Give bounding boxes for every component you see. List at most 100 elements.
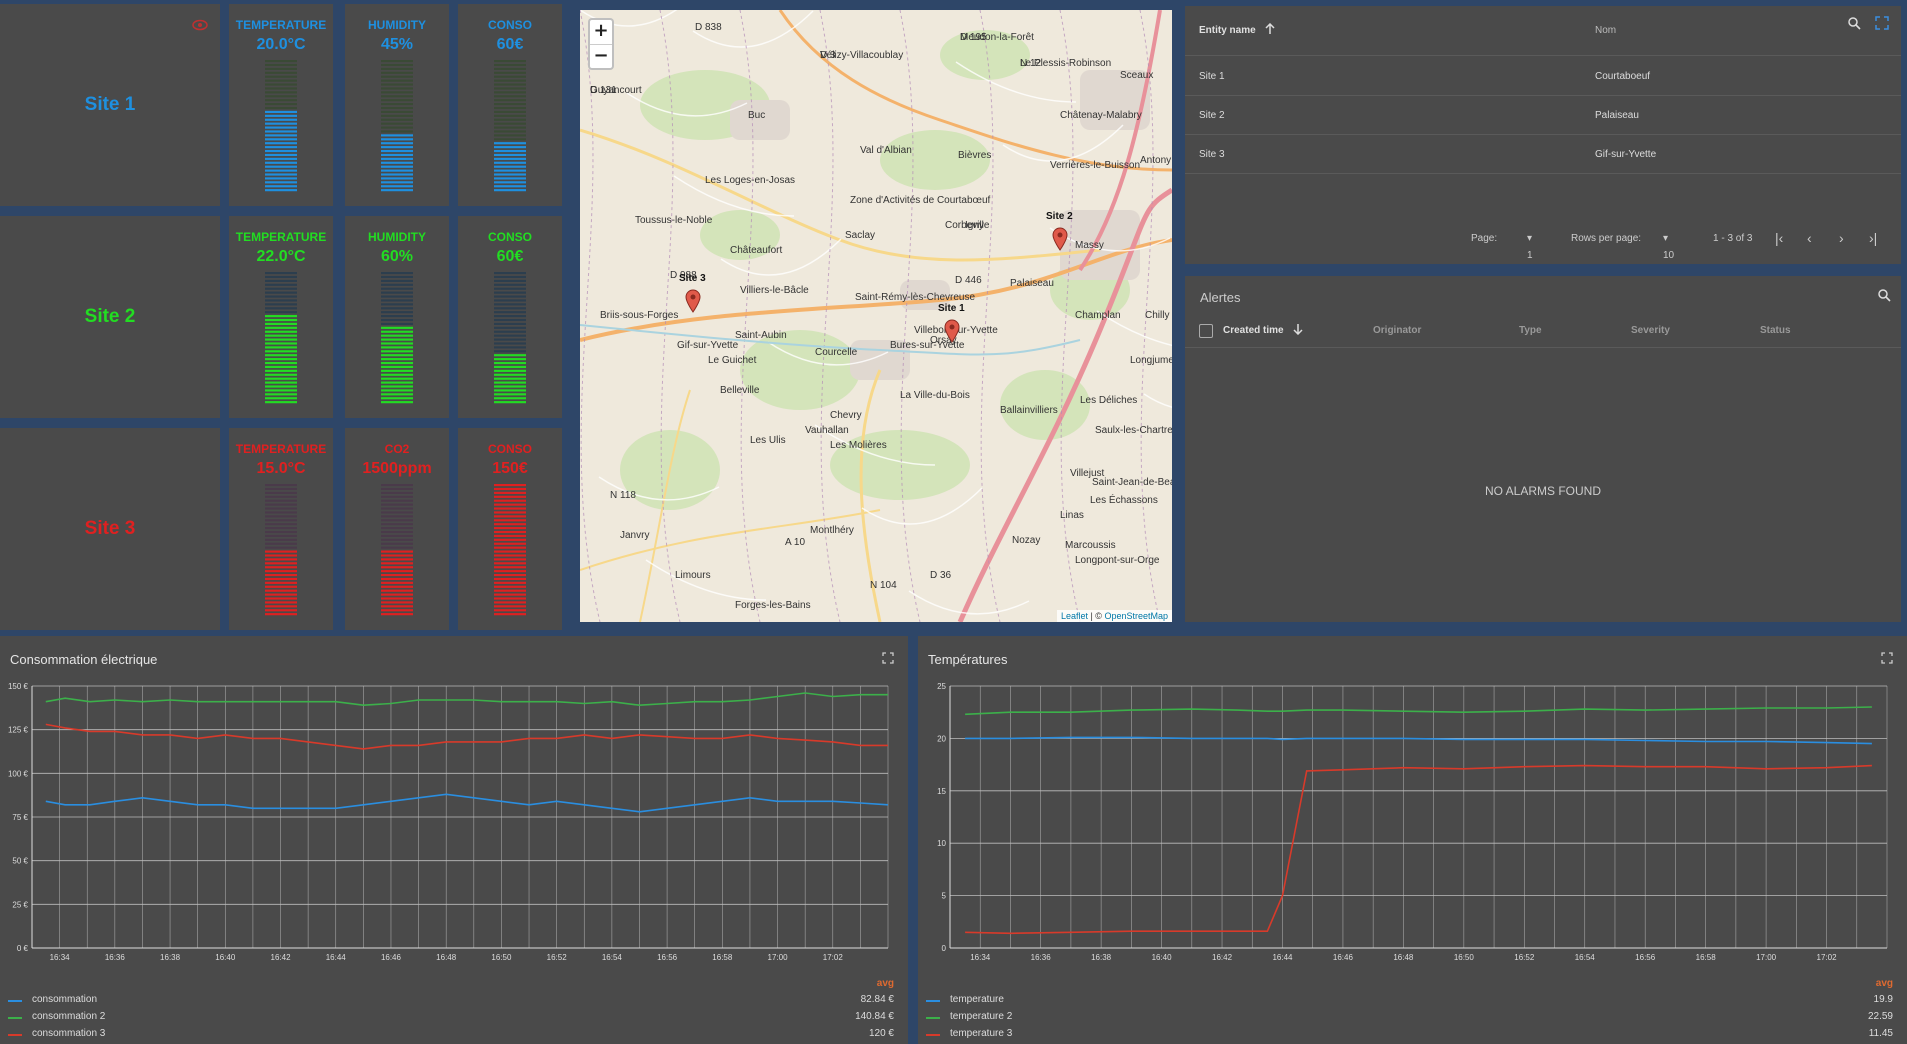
gauge-segment [381,601,413,604]
column-originator[interactable]: Originator [1373,314,1421,347]
map-place-label: Bièvres [958,150,992,161]
table-row[interactable]: Site 1 Courtaboeuf [1185,58,1901,96]
zoom-in-button[interactable]: + [590,20,612,44]
legend-item[interactable]: consommation 82.84 € [8,994,900,1008]
map-place-label: Val d'Albian [860,145,912,156]
map-place-label: Le Guichet [708,355,757,366]
search-icon[interactable] [1847,16,1861,30]
fullscreen-icon[interactable] [1875,16,1889,30]
x-tick-label: 16:48 [1393,953,1414,962]
line-chart[interactable]: 0 € 25 € 50 € 75 € 100 € 125 € 150 € 16:34 16:36… [0,676,908,976]
page-select[interactable]: 1 ▾ [1527,233,1533,261]
gauge-title: TEMPERATURE [235,18,327,32]
gauge-segment [494,71,526,74]
gauge-segment [265,550,297,553]
y-tick-label: 125 € [8,726,29,735]
map-place-label: Les Molières [830,440,887,451]
column-created-time[interactable]: Created time [1223,314,1304,347]
search-icon[interactable] [1877,288,1891,302]
map-place-label: Châtenay-Malabry [1060,110,1142,121]
map[interactable]: Guyancourt Vélizy-Villacoublay Meudon-la-F… [580,10,1172,622]
column-status[interactable]: Status [1760,314,1791,347]
gauge-segment [494,546,526,549]
legend-series-name: temperature [950,994,1004,1005]
gauge-segment [265,322,297,325]
gauge-segment [265,295,297,298]
gauge-segment [494,189,526,192]
x-tick-label: 16:42 [271,953,292,962]
gauge-segment [265,566,297,569]
gauge-segment [494,275,526,279]
gauge-segment [381,515,413,518]
column-type[interactable]: Type [1519,314,1542,347]
legend-swatch [8,1017,22,1019]
table-row[interactable]: Site 3 Gif-sur-Yvette [1185,136,1901,174]
line-chart[interactable]: 0 5 10 15 20 25 16:34 16:36 16:38 16:40 16:42 16:44… [918,676,1907,976]
gauge-segment [265,275,297,279]
gauge-segment [494,397,526,400]
last-page-icon[interactable]: ›| [1869,230,1877,246]
gauge-segment [494,67,526,70]
fullscreen-icon[interactable] [1881,652,1893,664]
map-place-label: Saulx-les-Chartreux [1095,425,1172,436]
gauge-segment [381,142,413,145]
gauge-segment [381,562,413,565]
gauge-segment [494,79,526,82]
map-place-label: Vauhallan [805,425,849,436]
gauge-segment [265,279,297,282]
legend-item[interactable]: temperature 3 11.45 [926,1028,1899,1042]
gauge-segment [265,350,297,353]
rows-per-page-label: Rows per page: [1571,233,1642,244]
gauge-segment [381,134,413,137]
gauge-segment [265,153,297,157]
map-pin-icon[interactable] [685,289,701,313]
map-place-label: Nozay [1012,535,1041,546]
select-all-checkbox[interactable] [1199,324,1213,338]
gauge-segment [265,361,297,365]
prev-page-icon[interactable]: ‹ [1807,230,1812,246]
legend-item[interactable]: consommation 3 120 € [8,1028,900,1042]
gauge-segment [381,322,413,325]
gauge-segment [381,350,413,353]
legend-item[interactable]: temperature 19.9 [926,994,1899,1008]
gauge-segment [494,177,526,180]
map-place-label: Briis-sous-Forges [600,310,679,321]
y-tick-label: 50 € [12,857,28,866]
openstreetmap-link[interactable]: OpenStreetMap [1104,611,1168,621]
legend-item[interactable]: temperature 2 22.59 [926,1011,1899,1025]
table-row[interactable]: Site 2 Palaiseau [1185,97,1901,135]
gauge-title: TEMPERATURE [235,230,327,244]
x-tick-label: 16:50 [491,953,512,962]
gauge-segment [381,103,413,106]
map-pin-icon[interactable] [944,319,960,343]
fullscreen-icon[interactable] [882,652,894,664]
legend-swatch [8,1000,22,1002]
gauge-segment [494,350,526,353]
gauge-bar-graphic [494,60,526,192]
leaflet-link[interactable]: Leaflet [1061,611,1088,621]
next-page-icon[interactable]: › [1839,230,1844,246]
gauge-segment [381,503,413,506]
gauge-segment [381,484,413,487]
legend-item[interactable]: consommation 2 140.84 € [8,1011,900,1025]
arrow-down-icon [1292,323,1304,338]
gauge-segment [381,534,413,537]
column-nom[interactable]: Nom [1595,6,1616,55]
first-page-icon[interactable]: |‹ [1775,230,1783,246]
map-pin-icon[interactable] [1052,227,1068,251]
gauge-segment [494,330,526,333]
eye-icon[interactable] [192,18,208,31]
map-boundary [580,10,601,622]
zoom-out-button[interactable]: − [590,44,612,68]
column-entity-name[interactable]: Entity name [1199,6,1276,55]
map-place-label: Les Loges-en-Josas [705,175,796,186]
rows-per-page-select[interactable]: 10 ▾ [1663,233,1674,261]
gauge-segment [381,169,413,172]
gauge-segment [381,487,413,491]
legend-swatch [926,1017,940,1019]
column-severity[interactable]: Severity [1631,314,1670,347]
gauge-segment [265,165,297,168]
legend-series-name: temperature 3 [950,1028,1013,1039]
legend-series-name: consommation 2 [32,1011,106,1022]
gauge-segment [494,130,526,133]
